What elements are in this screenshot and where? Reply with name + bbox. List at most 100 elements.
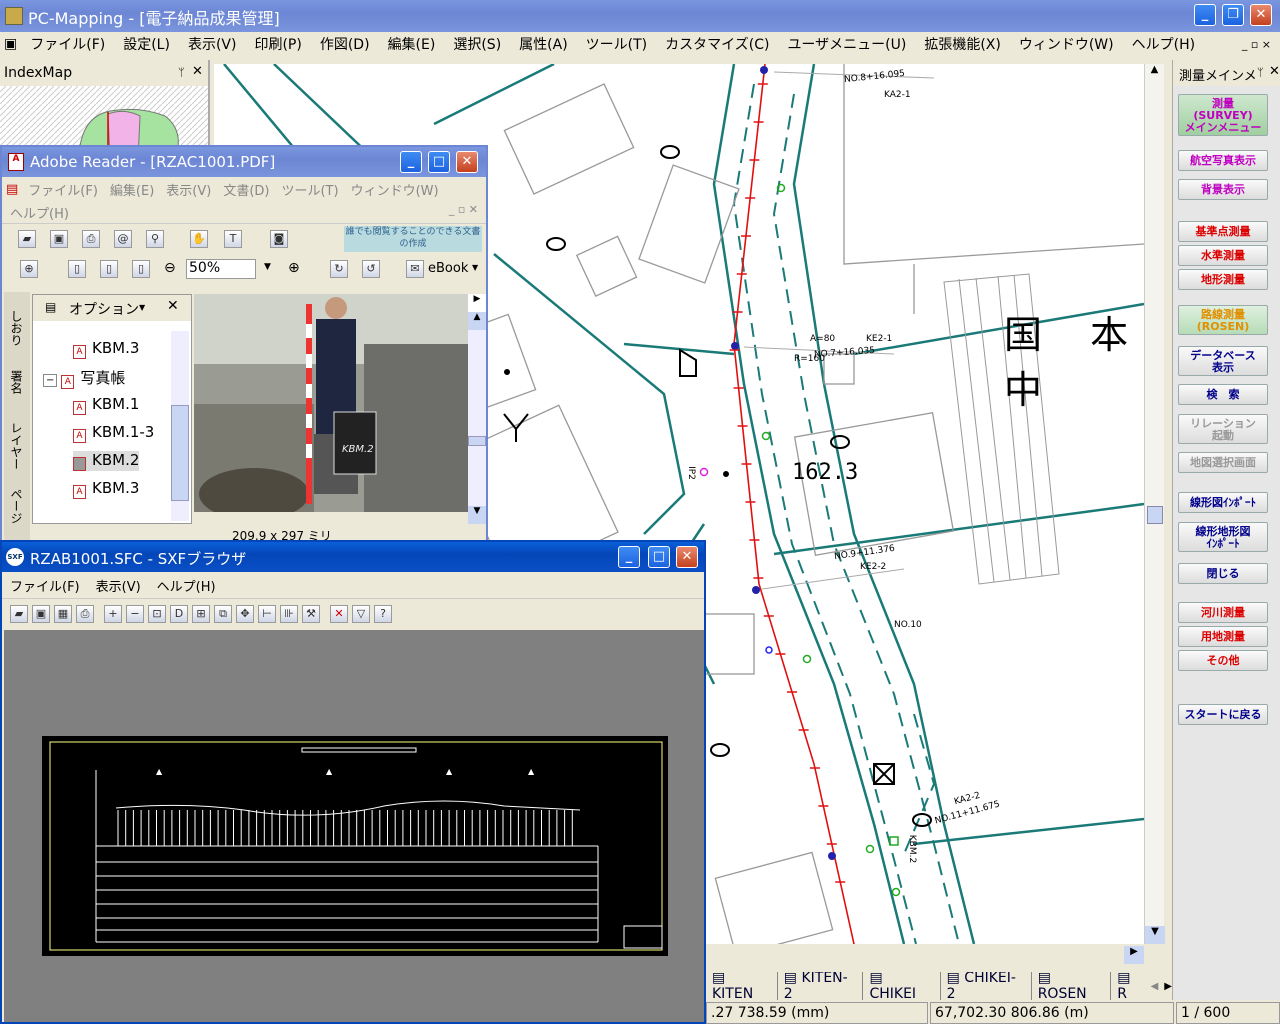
fit-width-icon[interactable]: ▯ [132,260,150,278]
scroll-up-arrow[interactable]: ▲ [468,312,486,330]
map-hscroll-right[interactable]: ▶ [1124,946,1144,964]
river-survey-button[interactable]: 河川測量 [1178,602,1268,623]
page-icon[interactable]: ▯ [68,260,86,278]
filter-icon[interactable]: ▽ [352,604,370,623]
adobe-minimize-button[interactable]: _ [400,151,422,173]
mdi-controls[interactable]: _ ▫ × [1233,38,1280,51]
options-menu[interactable]: オプション [69,299,139,319]
close-panel-button[interactable]: 閉じる [1178,563,1268,584]
tab-chikei[interactable]: ▤ CHIKEI [863,972,941,1000]
zoom-in-circle-icon[interactable]: ⊕ [288,260,300,276]
menu-select[interactable]: 選択(S) [444,34,510,54]
menu-window[interactable]: ウィンドウ(W) [1010,34,1123,54]
zoom-input[interactable]: 50% [186,259,256,279]
email-icon[interactable]: @ [114,230,132,248]
pan-icon[interactable]: ✥ [236,604,254,623]
layer-icon[interactable]: ▦ [54,604,72,623]
adobe-close-button[interactable]: ✕ [456,151,478,173]
scroll-down-arrow[interactable]: ▼ [468,506,486,524]
open-icon[interactable]: ▰ [18,230,36,248]
menu-view[interactable]: 表示(V) [179,34,246,54]
tab-rosen[interactable]: ▤ ROSEN [1032,972,1112,1000]
sxf-menu-file[interactable]: ファイル(F) [2,576,88,595]
zoom-in-icon[interactable]: ⊕ [20,260,38,278]
adobe-menu-file[interactable]: ファイル(F) [22,180,104,199]
map-select-button[interactable]: 地図選択画面 [1178,452,1268,473]
zoom-out-icon[interactable]: ⊖ [164,260,176,276]
menu-extension[interactable]: 拡張機能(X) [915,34,1010,54]
menu-settings[interactable]: 設定(L) [114,34,179,54]
zoom-window-icon[interactable]: D [170,604,188,623]
menu-edit[interactable]: 編集(E) [379,34,445,54]
zoom-fit-icon[interactable]: ⊡ [148,604,166,623]
menu-help[interactable]: ヘルプ(H) [1123,34,1204,54]
sxf-maximize-button[interactable]: □ [648,546,670,568]
survey-main-menu-button[interactable]: 測量 (SURVEY) メインメニュー [1178,94,1268,136]
help-icon[interactable]: ? [374,604,392,623]
close-icon[interactable]: ✕ [1269,64,1280,79]
menu-print[interactable]: 印刷(P) [245,34,310,54]
adobe-menu-tools[interactable]: ツール(T) [275,180,344,199]
menu-customize[interactable]: カスタマイズ(C) [656,34,778,54]
search-button[interactable]: 検 索 [1178,384,1268,405]
ebook-button[interactable]: eBook [428,261,468,276]
adobe-menu-window[interactable]: ウィンドウ(W) [345,180,445,199]
copy-icon[interactable]: ⧉ [214,604,232,623]
tab-bookmarks[interactable]: しおり [8,310,25,346]
tab-scroll-left-icon[interactable]: ◀ [1151,981,1159,992]
hammer-icon[interactable]: ⚒ [302,604,320,623]
save-icon[interactable]: ▣ [32,604,50,623]
pin-icon[interactable]: ᛘ [178,66,185,79]
rotate-ccw-icon[interactable]: ↺ [362,260,380,278]
tab-r[interactable]: ▤ R [1111,972,1150,1000]
tab-chikei-2[interactable]: ▤ CHIKEI-2 [941,972,1032,1000]
text-select-icon[interactable]: T [224,230,242,248]
sxf-minimize-button[interactable]: _ [618,546,640,568]
minimize-button[interactable]: _ [1194,4,1216,26]
alignment-topo-import-button[interactable]: 線形地形図 ｲﾝﾎﾟｰﾄ [1178,522,1268,552]
attribute-icon[interactable]: ⊢ [258,604,276,623]
land-survey-button[interactable]: 用地測量 [1178,626,1268,647]
snapshot-icon[interactable]: ◙ [270,230,288,248]
pin-icon[interactable]: ᛘ [1257,66,1264,79]
menu-tool[interactable]: ツール(T) [577,34,656,54]
menu-user[interactable]: ユーザメニュー(U) [778,34,915,54]
tree-item[interactable]: A KBM.1 [73,395,139,415]
adobe-maximize-button[interactable]: □ [428,151,450,173]
tree-item[interactable]: A KBM.3 [73,339,139,359]
open-icon[interactable]: ▰ [10,604,28,623]
hand-tool-icon[interactable]: ✋ [190,230,208,248]
adobe-menu-document[interactable]: 文書(D) [217,180,275,199]
create-document-banner[interactable]: 誰でも閲覧することのできる文書の作成 [344,226,482,252]
sxf-menu-help[interactable]: ヘルプ(H) [149,576,224,595]
page-vscrollbar[interactable]: ▶ ▲ ▼ [468,294,486,524]
adobe-menu-help[interactable]: ヘルプ(H) [10,203,69,222]
delete-icon[interactable]: ✕ [330,604,348,623]
restore-button[interactable]: ❐ [1222,4,1244,26]
tab-kiten-2[interactable]: ▤ KITEN-2 [778,972,864,1000]
print-icon[interactable]: ⎙ [76,604,94,623]
control-point-survey-button[interactable]: 基準点測量 [1178,221,1268,242]
scroll-thumb[interactable] [1147,506,1163,524]
scroll-right-arrow[interactable]: ▶ [468,294,486,312]
menu-draw[interactable]: 作図(D) [311,34,379,54]
map-vscrollbar[interactable]: ▲ ▼ [1144,64,1165,944]
tab-signatures[interactable]: 署名 [8,370,25,394]
chevron-down-icon[interactable]: ▼ [264,262,271,272]
tree-item[interactable]: A KBM.1-3 [73,423,154,443]
zoom-extent-icon[interactable]: ⊞ [192,604,210,623]
menu-file[interactable]: ファイル(F) [21,34,114,54]
close-icon[interactable]: ✕ [192,64,203,79]
menu-attribute[interactable]: 属性(A) [510,34,577,54]
tab-kiten[interactable]: ▤ KITEN [706,972,778,1000]
zoom-out-icon[interactable]: − [126,604,144,623]
background-button[interactable]: 背景表示 [1178,179,1268,200]
fit-page-icon[interactable]: ▯ [100,260,118,278]
scroll-up-arrow[interactable]: ▲ [1145,64,1164,82]
ebook-icon[interactable]: ✉ [406,260,424,278]
tree-item[interactable]: A KBM.3 [73,479,139,499]
chevron-down-icon[interactable]: ▼ [472,263,478,272]
scroll-thumb[interactable] [171,405,189,501]
collapse-icon[interactable]: − [43,374,58,387]
alignment-import-button[interactable]: 線形図ｲﾝﾎﾟｰﾄ [1178,492,1268,513]
